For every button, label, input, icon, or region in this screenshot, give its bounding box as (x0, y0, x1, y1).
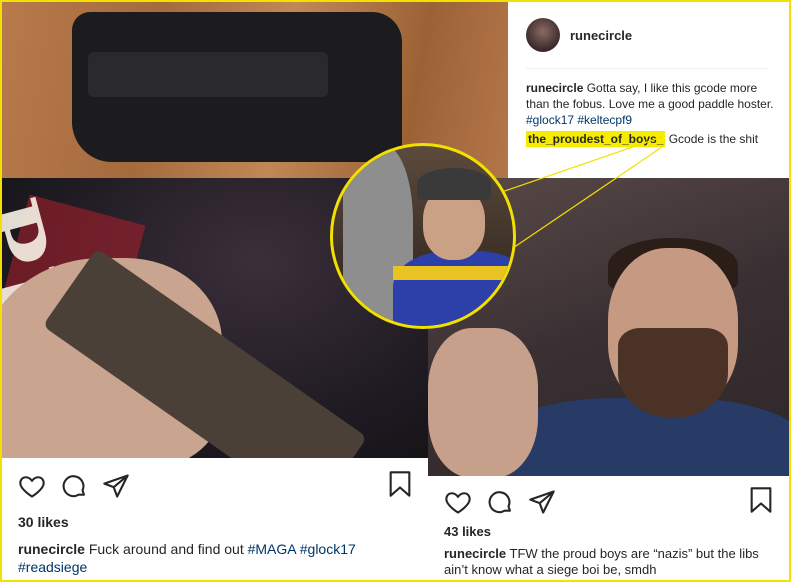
cap (417, 168, 491, 200)
jersey (393, 251, 513, 326)
zoomed-profile-inset (330, 143, 516, 329)
jersey-stripe (393, 266, 513, 280)
connector-line-upper (489, 136, 663, 197)
